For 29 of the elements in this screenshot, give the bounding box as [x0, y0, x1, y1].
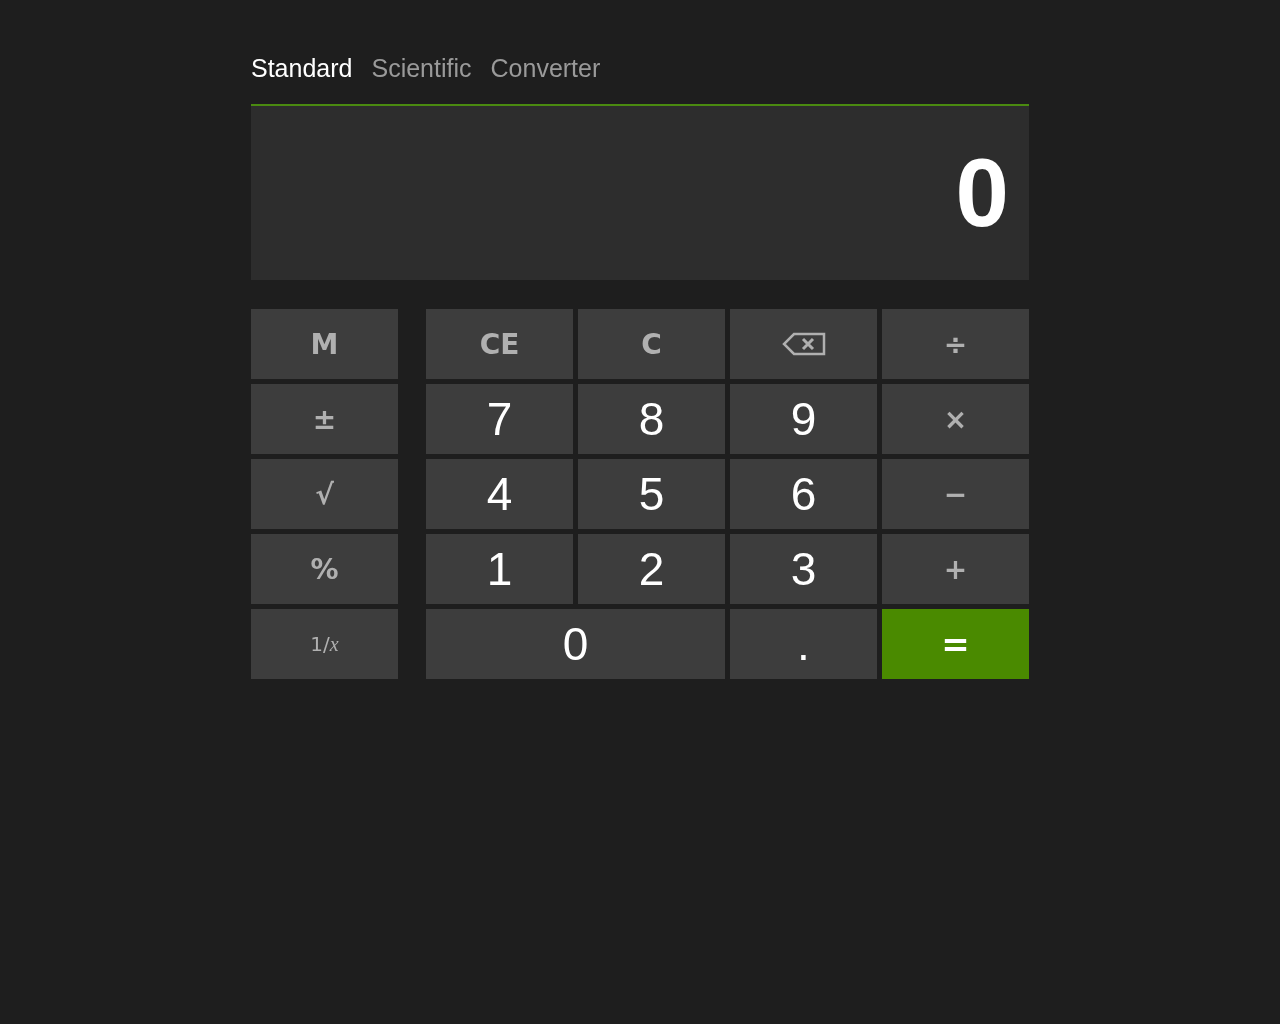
digit-key[interactable]: 8	[578, 384, 725, 454]
operator-key[interactable]: +	[882, 534, 1029, 604]
operator-key[interactable]: √	[251, 459, 398, 529]
operator-key[interactable]: CE	[426, 309, 573, 379]
mode-tab[interactable]: Converter	[490, 50, 601, 86]
operator-key[interactable]: M	[251, 309, 398, 379]
digit-key[interactable]: 3	[730, 534, 877, 604]
digit-key[interactable]: .	[730, 609, 877, 679]
operator-key[interactable]: ÷	[882, 309, 1029, 379]
digit-key[interactable]: 1	[426, 534, 573, 604]
equals-key[interactable]: =	[882, 609, 1029, 679]
digit-key[interactable]: 4	[426, 459, 573, 529]
operator-key[interactable]: %	[251, 534, 398, 604]
digit-key[interactable]: 2	[578, 534, 725, 604]
display-value: 0	[955, 138, 1009, 248]
digit-key[interactable]: 6	[730, 459, 877, 529]
operator-key[interactable]: ×	[882, 384, 1029, 454]
digit-key[interactable]: 0	[426, 609, 725, 679]
operator-key[interactable]: −	[882, 459, 1029, 529]
mode-tab[interactable]: Standard	[251, 50, 353, 86]
backspace-icon	[781, 332, 826, 356]
backspace-button[interactable]	[730, 309, 877, 379]
mode-tab[interactable]: Scientific	[371, 50, 472, 86]
digit-key[interactable]: 7	[426, 384, 573, 454]
digit-key[interactable]: 9	[730, 384, 877, 454]
operator-key[interactable]: ±	[251, 384, 398, 454]
operator-key[interactable]: 1/x	[251, 609, 398, 679]
digit-key[interactable]: 5	[578, 459, 725, 529]
operator-key[interactable]: C	[578, 309, 725, 379]
